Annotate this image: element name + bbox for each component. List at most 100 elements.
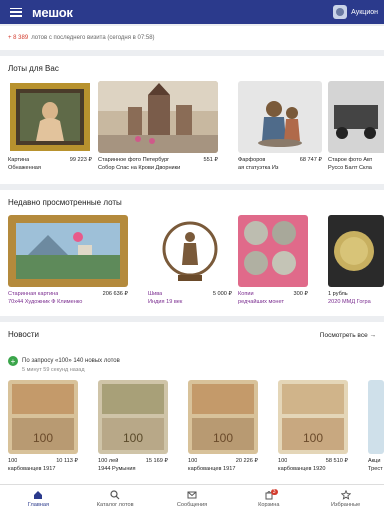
tab-cart[interactable]: 3 Корзина — [230, 485, 307, 512]
svg-text:100: 100 — [33, 431, 53, 445]
for-you-title: Лоты для Вас — [8, 64, 59, 73]
lot-name: Картина — [8, 157, 30, 163]
lot-name: Старинная картина — [8, 291, 59, 297]
search-icon — [110, 489, 120, 499]
lot-image — [8, 215, 128, 287]
lot-image — [328, 81, 384, 153]
lot-name: 100 лей — [98, 458, 119, 464]
recent-section: Недавно просмотренные лоты Старинная кар… — [0, 190, 384, 316]
news-section: Новости Посмотреть все → + По запросу «1… — [0, 322, 384, 484]
star-icon — [340, 489, 351, 500]
lot-name-2: Индия 19 век — [148, 299, 183, 305]
lot-card[interactable]: 100 100 58 510 ₽ карбованцев 1920 — [278, 380, 348, 473]
tab-messages[interactable]: Сообщения — [154, 485, 231, 512]
lot-name-2: карбованцев 1917 — [188, 466, 236, 472]
lot-card[interactable]: 100 100 20 226 ₽ карбованцев 1917 — [188, 380, 258, 473]
lot-image: 100 — [98, 380, 168, 454]
new-lots-count: + 8 389 — [8, 35, 29, 41]
lot-image — [98, 81, 218, 153]
lot-card[interactable]: Старинная картина 206 636 ₽ 70х44 Художни… — [8, 215, 128, 306]
lot-price: 58 510 ₽ — [325, 458, 348, 464]
lot-card[interactable]: 100 100 лей 15 169 ₽ 1944 Румыния — [98, 380, 168, 473]
bottom-nav: Главная Каталог лотов Сообщения 3 Корзин… — [0, 484, 384, 512]
lot-price: 99 223 ₽ — [69, 157, 92, 163]
lot-card[interactable]: Старинное фото Петербург 551 ₽ Собор Спас… — [98, 81, 218, 172]
lot-price: 10 113 ₽ — [56, 458, 78, 464]
tab-home[interactable]: Главная — [0, 485, 77, 512]
lot-card[interactable]: Копии 300 ₽ редчайших монет — [238, 215, 308, 306]
tab-label: Каталог лотов — [96, 501, 134, 508]
lot-name: 100 — [8, 458, 18, 464]
lot-name-2: Трест — [368, 466, 383, 472]
app-logo[interactable]: мешок — [32, 5, 73, 20]
lot-card[interactable]: Старое фото Авт Руссо Балт Скла — [328, 81, 384, 172]
lot-name: 100 — [278, 458, 288, 464]
lot-name-2: 1944 Румыния — [98, 466, 136, 472]
recent-title: Недавно просмотренные лоты — [8, 198, 122, 207]
svg-text:100: 100 — [123, 431, 143, 445]
menu-icon[interactable] — [10, 7, 22, 17]
tab-favorites[interactable]: Избранные — [307, 485, 384, 512]
lot-image: 100 — [278, 380, 348, 454]
top-bar: мешок Аукцион — [0, 0, 384, 24]
lot-image — [238, 215, 308, 287]
lot-card[interactable]: Фарфоров 68 747 ₽ ая статуэтка Из — [238, 81, 322, 172]
news-alert-text: По запросу «100» 140 новых лотов — [22, 358, 120, 364]
lot-card[interactable]: 100 100 10 113 ₽ карбованцев 1917 — [8, 380, 78, 473]
lot-name-2: карбованцев 1920 — [278, 466, 326, 472]
lot-name-2: Обнаженная — [8, 165, 41, 171]
plus-icon: + — [8, 356, 18, 366]
lot-price: 15 169 ₽ — [145, 458, 168, 464]
lot-name: Копии — [238, 291, 254, 297]
lot-image — [8, 81, 92, 153]
auction-button[interactable]: Аукцион — [333, 5, 378, 19]
tab-label: Избранные — [330, 501, 361, 508]
lot-image — [238, 81, 322, 153]
lot-image — [368, 380, 384, 454]
lot-name-2: 2020 ММД Гогра — [328, 299, 371, 305]
lot-price: 300 ₽ — [293, 291, 308, 297]
lot-price: 20 226 ₽ — [235, 458, 258, 464]
lot-name: 1 рубль — [328, 291, 348, 297]
lot-card[interactable]: 1 рубль 2020 ММД Гогра — [328, 215, 384, 306]
lot-image: 100 — [188, 380, 258, 454]
lot-name-2: ая статуэтка Из — [238, 165, 279, 171]
lot-price: 68 747 ₽ — [299, 157, 322, 163]
lot-image — [148, 215, 232, 287]
cart-badge: 3 — [270, 489, 278, 495]
for-you-section: Лоты для Вас Картина 99 223 ₽ Обнаженная — [0, 56, 384, 184]
lot-name: Старинное фото Петербург — [98, 157, 170, 163]
lot-price: 206 636 ₽ — [102, 291, 128, 297]
news-title: Новости — [8, 330, 39, 339]
lot-image: 100 — [8, 380, 78, 454]
home-icon — [34, 490, 43, 499]
tab-label: Корзина — [258, 501, 280, 508]
lot-name-2: Руссо Балт Скла — [328, 165, 372, 171]
tab-label: Сообщения — [176, 501, 208, 508]
lot-name-2: карбованцев 1917 — [8, 466, 56, 472]
lot-card[interactable]: Картина 99 223 ₽ Обнаженная — [8, 81, 92, 172]
lot-name: Фарфоров — [238, 157, 266, 163]
svg-text:100: 100 — [213, 431, 233, 445]
news-alert[interactable]: + По запросу «100» 140 новых лотов — [8, 356, 120, 366]
see-all-link[interactable]: Посмотреть все → — [320, 332, 376, 339]
lot-name: Старое фото Авт — [328, 157, 373, 163]
news-alert-time: 5 минут 59 секунд назад — [22, 367, 85, 373]
lot-card[interactable]: Шива 5 000 ₽ Индия 19 век — [148, 215, 232, 306]
since-last-visit[interactable]: + 8 389 лотов с последнего визита (сегод… — [0, 26, 384, 50]
auction-label: Аукцион — [351, 8, 378, 16]
mail-icon — [187, 491, 197, 498]
new-lots-text: лотов с последнего визита (сегодня в 07:… — [31, 35, 155, 41]
lot-name-2: редчайших монет — [238, 299, 285, 305]
lot-image — [328, 215, 384, 287]
tab-label: Главная — [27, 501, 50, 508]
svg-text:100: 100 — [303, 431, 323, 445]
lot-name: 100 — [188, 458, 198, 464]
lot-name: Акци — [368, 458, 381, 464]
lot-price: 5 000 ₽ — [212, 291, 232, 297]
tab-catalog[interactable]: Каталог лотов — [77, 485, 154, 512]
auction-avatar-icon — [333, 5, 348, 19]
lot-card[interactable]: Акци Трест — [368, 380, 384, 473]
lot-price: 551 ₽ — [203, 157, 218, 163]
lot-name-2: 70х44 Художник Ф Клименко — [8, 299, 83, 305]
